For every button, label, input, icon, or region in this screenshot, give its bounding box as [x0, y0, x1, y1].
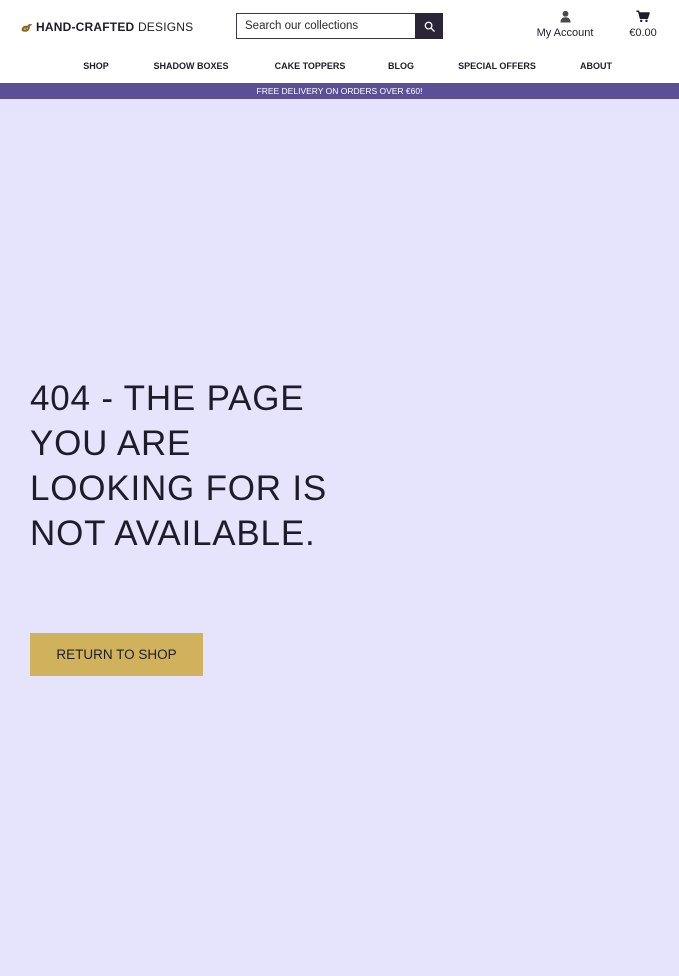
- user-icon: [559, 10, 571, 23]
- nav-item-cake-toppers[interactable]: CAKE TOPPERS: [275, 56, 346, 76]
- logo-brand-light: DESIGNS: [137, 20, 194, 34]
- logo-text: HAND-CRAFTED DESIGNS: [36, 20, 193, 34]
- cart-icon: [636, 10, 650, 23]
- nav-item-special-offers[interactable]: SPECIAL OFFERS: [458, 56, 536, 76]
- return-to-shop-button[interactable]: RETURN TO SHOP: [30, 633, 203, 676]
- account-label: My Account: [536, 27, 594, 39]
- search-icon: [424, 21, 435, 32]
- account-link[interactable]: My Account: [527, 10, 603, 42]
- search-input[interactable]: [236, 13, 415, 39]
- promo-banner: FREE DELIVERY ON ORDERS OVER €60!: [0, 83, 679, 99]
- nav-item-blog[interactable]: BLOG: [388, 56, 414, 76]
- error-heading: 404 - THE PAGE YOU ARE LOOKING FOR IS NO…: [30, 379, 328, 553]
- search-form: [236, 13, 443, 39]
- nav-item-about[interactable]: ABOUT: [580, 56, 612, 76]
- cart-total: €0.00: [629, 27, 657, 39]
- search-button[interactable]: [415, 13, 443, 39]
- cart-link[interactable]: €0.00: [620, 10, 666, 42]
- logo-mark-icon: [21, 23, 33, 32]
- site-logo[interactable]: HAND-CRAFTED DESIGNS: [20, 18, 193, 36]
- site-header: HAND-CRAFTED DESIGNS My Account €0.00 SH…: [0, 0, 679, 83]
- nav-item-shop[interactable]: SHOP: [83, 56, 109, 76]
- nav-item-shadow-boxes[interactable]: SHADOW BOXES: [153, 56, 228, 76]
- main-navigation: SHOP SHADOW BOXES CAKE TOPPERS BLOG SPEC…: [0, 56, 679, 76]
- logo-brand-bold: HAND-CRAFTED: [36, 20, 135, 34]
